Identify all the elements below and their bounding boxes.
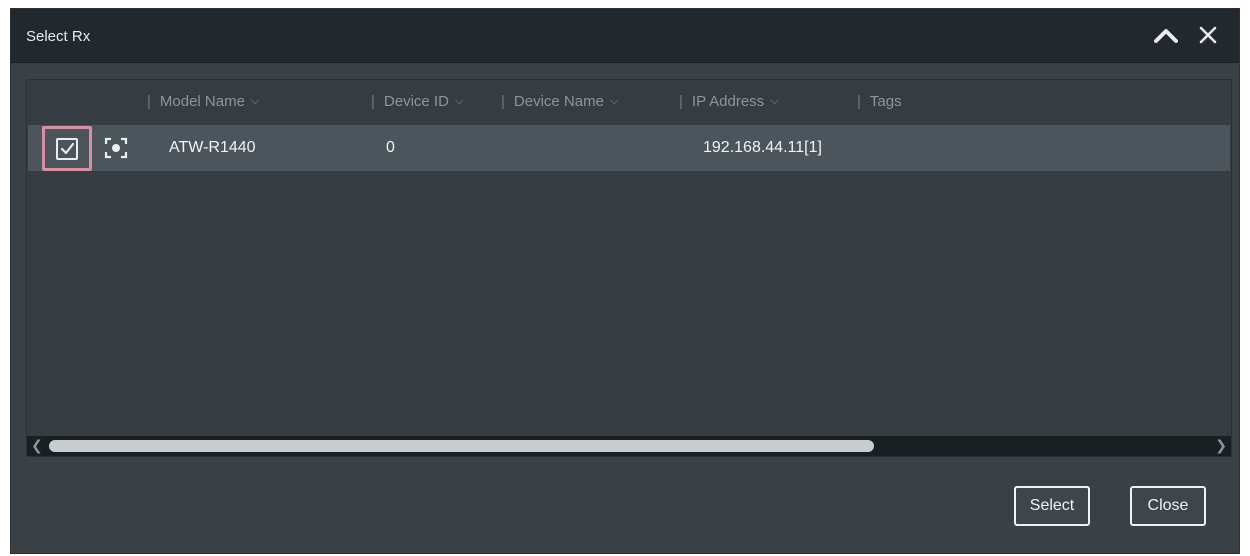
locate-icon[interactable] <box>104 137 128 159</box>
sort-chevron-icon: ⌵ <box>454 95 464 107</box>
collapse-button[interactable] <box>1149 18 1183 52</box>
column-header-model-name[interactable]: | Model Name ⌵ <box>147 93 259 110</box>
column-header-device-id[interactable]: | Device ID ⌵ <box>371 93 463 110</box>
sort-chevron-icon: ⌵ <box>609 95 619 107</box>
column-header-ip-address[interactable]: | IP Address ⌵ <box>679 93 779 110</box>
dialog-titlebar: Select Rx <box>11 9 1239 63</box>
close-icon <box>1199 26 1217 44</box>
device-grid: | Model Name ⌵ | Device ID ⌵ | Device Name ⌵ |… <box>26 79 1232 457</box>
grid-header: | Model Name ⌵ | Device ID ⌵ | Device Name ⌵ |… <box>27 90 1231 116</box>
close-window-button[interactable] <box>1191 18 1225 52</box>
cell-device-id: 0 <box>386 139 395 156</box>
scrollbar-thumb[interactable] <box>49 440 874 452</box>
table-row[interactable]: ATW-R1440 0 192.168.44.11[1] <box>28 125 1230 171</box>
row-checkbox-highlight <box>42 126 92 171</box>
checkmark-icon <box>60 142 75 154</box>
scroll-left-arrow-icon[interactable]: ❮ <box>31 437 43 454</box>
horizontal-scrollbar[interactable]: ❮ ❯ <box>27 436 1231 456</box>
column-header-tags[interactable]: | Tags <box>857 93 902 110</box>
row-checkbox[interactable] <box>56 137 78 160</box>
dialog-title: Select Rx <box>26 28 91 45</box>
sort-chevron-icon: ⌵ <box>770 95 779 107</box>
scroll-right-arrow-icon[interactable]: ❯ <box>1215 437 1227 454</box>
cell-model-name: ATW-R1440 <box>169 139 256 156</box>
select-rx-dialog: Select Rx | Model Name ⌵ | Device ID ⌵ | Devi… <box>10 8 1240 554</box>
sort-chevron-icon: ⌵ <box>250 95 260 107</box>
column-header-device-name[interactable]: | Device Name ⌵ <box>501 93 618 110</box>
close-button[interactable]: Close <box>1130 486 1206 526</box>
select-button[interactable]: Select <box>1014 486 1090 526</box>
cell-ip-address: 192.168.44.11[1] <box>703 139 822 156</box>
chevron-up-icon <box>1154 29 1178 43</box>
